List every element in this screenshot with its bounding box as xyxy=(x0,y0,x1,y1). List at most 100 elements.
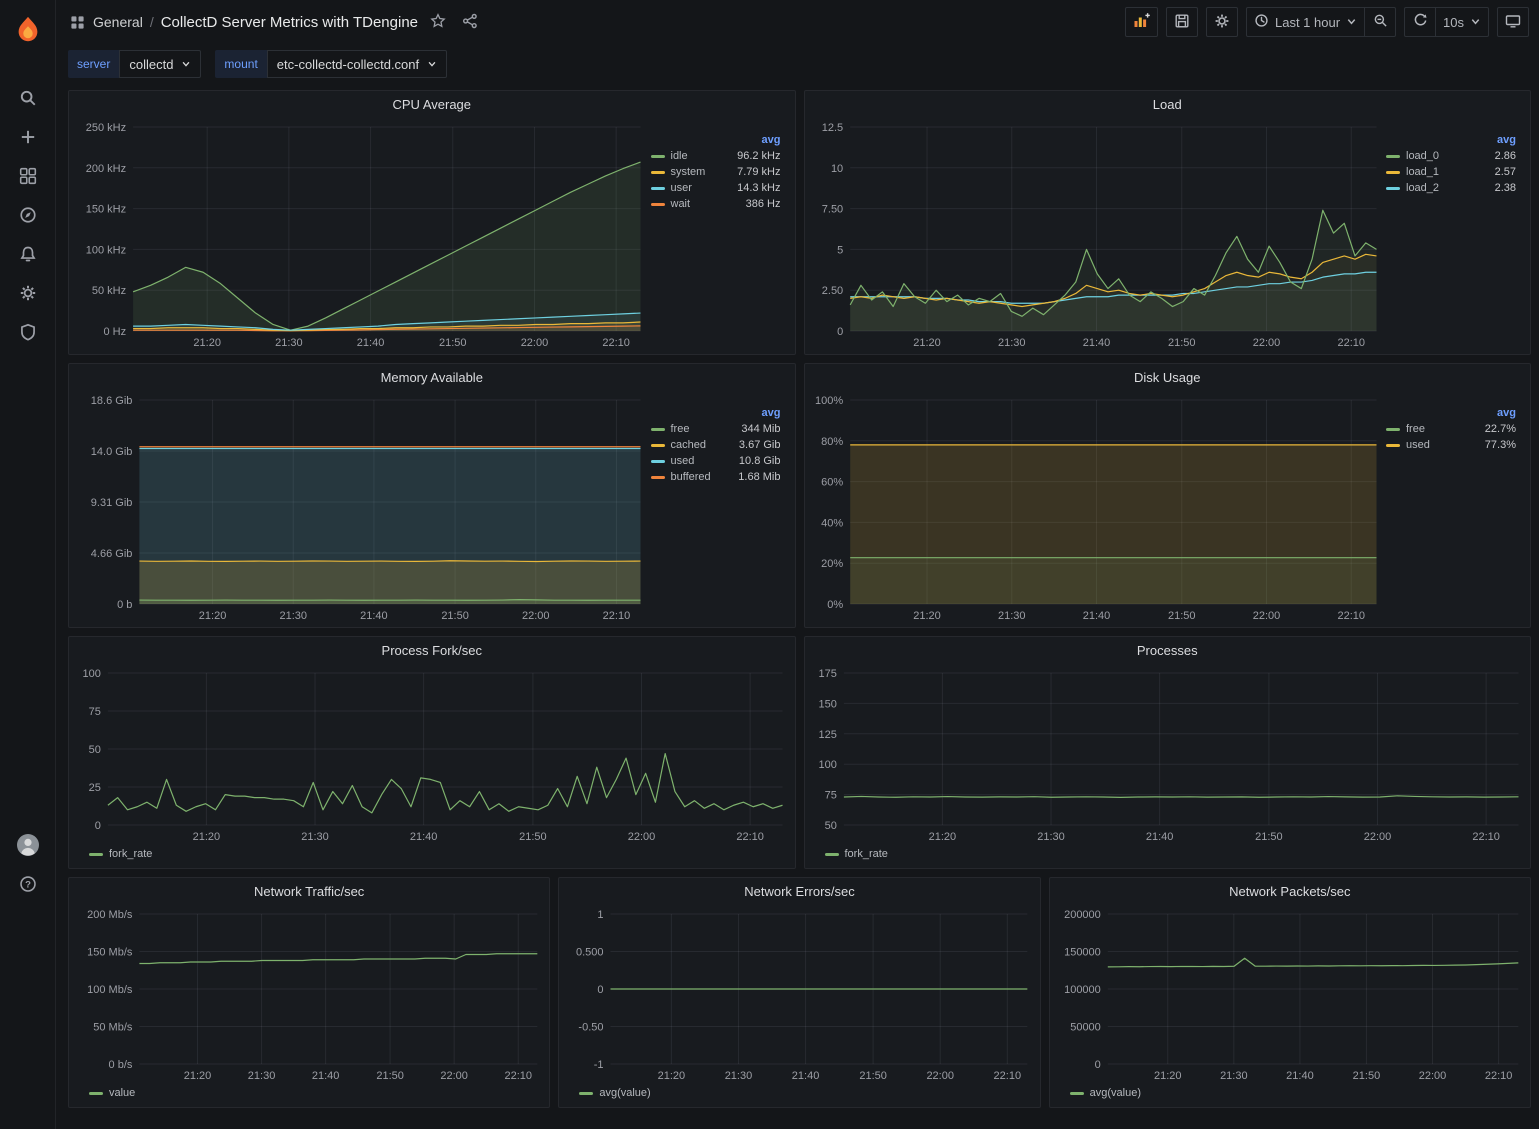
panel-title[interactable]: Network Errors/sec xyxy=(559,878,1039,905)
legend-series-name[interactable]: load_0 xyxy=(1406,150,1456,162)
legend-series-name[interactable]: used xyxy=(1406,439,1456,451)
panel-title[interactable]: Network Packets/sec xyxy=(1050,878,1530,905)
panel-title[interactable]: Process Fork/sec xyxy=(69,637,795,664)
sidebar-item-dashboards[interactable] xyxy=(6,158,50,197)
series-color-swatch xyxy=(89,853,103,856)
x-axis-tick-label: 21:20 xyxy=(193,831,221,843)
sidebar-item-configuration[interactable] xyxy=(6,275,50,314)
x-axis-tick-label: 21:20 xyxy=(928,831,956,843)
series-color-swatch xyxy=(651,203,665,206)
star-button[interactable] xyxy=(426,9,450,36)
x-axis-tick-label: 22:10 xyxy=(1337,337,1365,349)
x-axis-tick-label: 22:10 xyxy=(1472,831,1500,843)
legend-series-name[interactable]: avg(value) xyxy=(1090,1087,1141,1099)
series-line-fork_rate xyxy=(843,796,1518,798)
dashboard-settings-button[interactable] xyxy=(1206,7,1238,37)
panel-title[interactable]: Memory Available xyxy=(69,364,795,391)
legend-series-value: 10.8 Gib xyxy=(727,455,781,467)
legend-series-name[interactable]: system xyxy=(671,166,721,178)
sidebar-item-explore[interactable] xyxy=(6,197,50,236)
panel-title[interactable]: Network Traffic/sec xyxy=(69,878,549,905)
grafana-app: ? General / CollectD Server Metrics with… xyxy=(0,0,1539,1129)
main-area: General / CollectD Server Metrics with T… xyxy=(56,0,1539,1129)
x-axis-tick-label: 21:40 xyxy=(1082,610,1110,622)
network-packets-chart: 05000010000015000020000021:2021:3021:402… xyxy=(1056,905,1526,1084)
network-errors-legend: avg(value) xyxy=(565,1084,1035,1104)
legend-series-name[interactable]: buffered xyxy=(671,471,721,483)
legend-series-name[interactable]: value xyxy=(109,1087,159,1099)
breadcrumb-folder[interactable]: General xyxy=(93,14,143,30)
x-axis-tick-label: 21:50 xyxy=(1255,831,1283,843)
y-axis-tick-label: 175 xyxy=(818,668,836,680)
refresh-button[interactable] xyxy=(1404,7,1436,37)
share-button[interactable] xyxy=(458,9,482,36)
refresh-interval-label: 10s xyxy=(1443,15,1464,30)
legend-series-name[interactable]: fork_rate xyxy=(109,848,159,860)
legend-series-name[interactable]: load_1 xyxy=(1406,166,1456,178)
panel-body: -1-0.5000.500121:2021:3021:4021:5022:002… xyxy=(559,905,1039,1107)
x-axis-tick-label: 21:50 xyxy=(441,610,469,622)
legend-series-name[interactable]: free xyxy=(1406,423,1456,435)
legend-item: avg(value) xyxy=(1070,1087,1141,1099)
series-color-swatch xyxy=(651,171,665,174)
cpu-average-chart: 0 Hz50 kHz100 kHz150 kHz200 kHz250 kHz21… xyxy=(75,118,649,351)
series-color-swatch xyxy=(651,444,665,447)
time-range-picker[interactable]: Last 1 hour xyxy=(1246,7,1365,37)
sidebar-item-search[interactable] xyxy=(6,80,50,119)
load-chart: 02.5057.501012.521:2021:3021:4021:5022:0… xyxy=(811,118,1385,351)
sidebar-item-create[interactable] xyxy=(6,119,50,158)
save-dashboard-button[interactable] xyxy=(1166,7,1198,37)
y-axis-tick-label: 250 kHz xyxy=(86,122,126,134)
save-icon xyxy=(1174,13,1190,32)
sidebar-item-alerting[interactable] xyxy=(6,236,50,275)
zoom-out-button[interactable] xyxy=(1364,7,1396,37)
panel-body: 05000010000015000020000021:2021:3021:402… xyxy=(1050,905,1530,1107)
x-axis-tick-label: 22:00 xyxy=(521,337,549,349)
add-panel-button[interactable] xyxy=(1125,7,1158,37)
legend-column-header[interactable]: avg xyxy=(651,134,781,146)
legend-series-value: 77.3% xyxy=(1462,439,1516,451)
legend-series-name[interactable]: avg(value) xyxy=(599,1087,650,1099)
sidebar-item-profile[interactable] xyxy=(6,827,50,866)
legend-series-name[interactable]: fork_rate xyxy=(845,848,895,860)
legend-series-name[interactable]: wait xyxy=(671,198,721,210)
variable-dropdown-mount[interactable]: etc-collectd-collectd.conf xyxy=(267,50,447,78)
legend-series-name[interactable]: cached xyxy=(671,439,721,451)
grafana-logo[interactable] xyxy=(6,8,50,54)
legend-series-name[interactable]: load_2 xyxy=(1406,182,1456,194)
chevron-down-icon xyxy=(1346,15,1357,30)
series-color-swatch xyxy=(579,1092,593,1095)
panel-title[interactable]: Processes xyxy=(805,637,1531,664)
y-axis-tick-label: 40% xyxy=(821,517,843,529)
cycle-view-button[interactable] xyxy=(1497,7,1529,37)
legend-series-value: 2.38 xyxy=(1462,182,1516,194)
panel-process-fork: Process Fork/sec 025507510021:2021:3021:… xyxy=(68,636,796,869)
legend-series-name[interactable]: free xyxy=(671,423,721,435)
cpu-average-legend: avgidle96.2 kHzsystem7.79 kHzuser14.3 kH… xyxy=(649,118,791,351)
panel-title[interactable]: Load xyxy=(805,91,1531,118)
sidebar-item-help[interactable]: ? xyxy=(6,866,50,905)
legend-series-value: 344 Mib xyxy=(727,423,781,435)
series-color-swatch xyxy=(651,476,665,479)
x-axis-tick-label: 21:50 xyxy=(439,337,467,349)
template-variable-server: server collectd xyxy=(68,50,201,78)
legend-column-header[interactable]: avg xyxy=(1386,134,1516,146)
sidebar-item-server-admin[interactable] xyxy=(6,314,50,353)
legend-series-value: 96.2 kHz xyxy=(727,150,781,162)
x-axis-tick-label: 21:40 xyxy=(792,1070,820,1082)
y-axis-tick-label: 14.0 Gib xyxy=(91,446,133,458)
refresh-interval-dropdown[interactable]: 10s xyxy=(1435,7,1489,37)
legend-column-header[interactable]: avg xyxy=(1386,407,1516,419)
x-axis-tick-label: 22:00 xyxy=(522,610,550,622)
panel-title[interactable]: Disk Usage xyxy=(805,364,1531,391)
legend-series-name[interactable]: user xyxy=(671,182,721,194)
load-legend: avgload_02.86load_12.57load_22.38 xyxy=(1384,118,1526,351)
legend-series-name[interactable]: idle xyxy=(671,150,721,162)
legend-series-name[interactable]: used xyxy=(671,455,721,467)
variable-dropdown-server[interactable]: collectd xyxy=(119,50,201,78)
x-axis-tick-label: 21:20 xyxy=(1154,1070,1182,1082)
series-color-swatch xyxy=(1070,1092,1084,1095)
y-axis-tick-label: 100000 xyxy=(1064,984,1101,996)
legend-column-header[interactable]: avg xyxy=(651,407,781,419)
panel-title[interactable]: CPU Average xyxy=(69,91,795,118)
